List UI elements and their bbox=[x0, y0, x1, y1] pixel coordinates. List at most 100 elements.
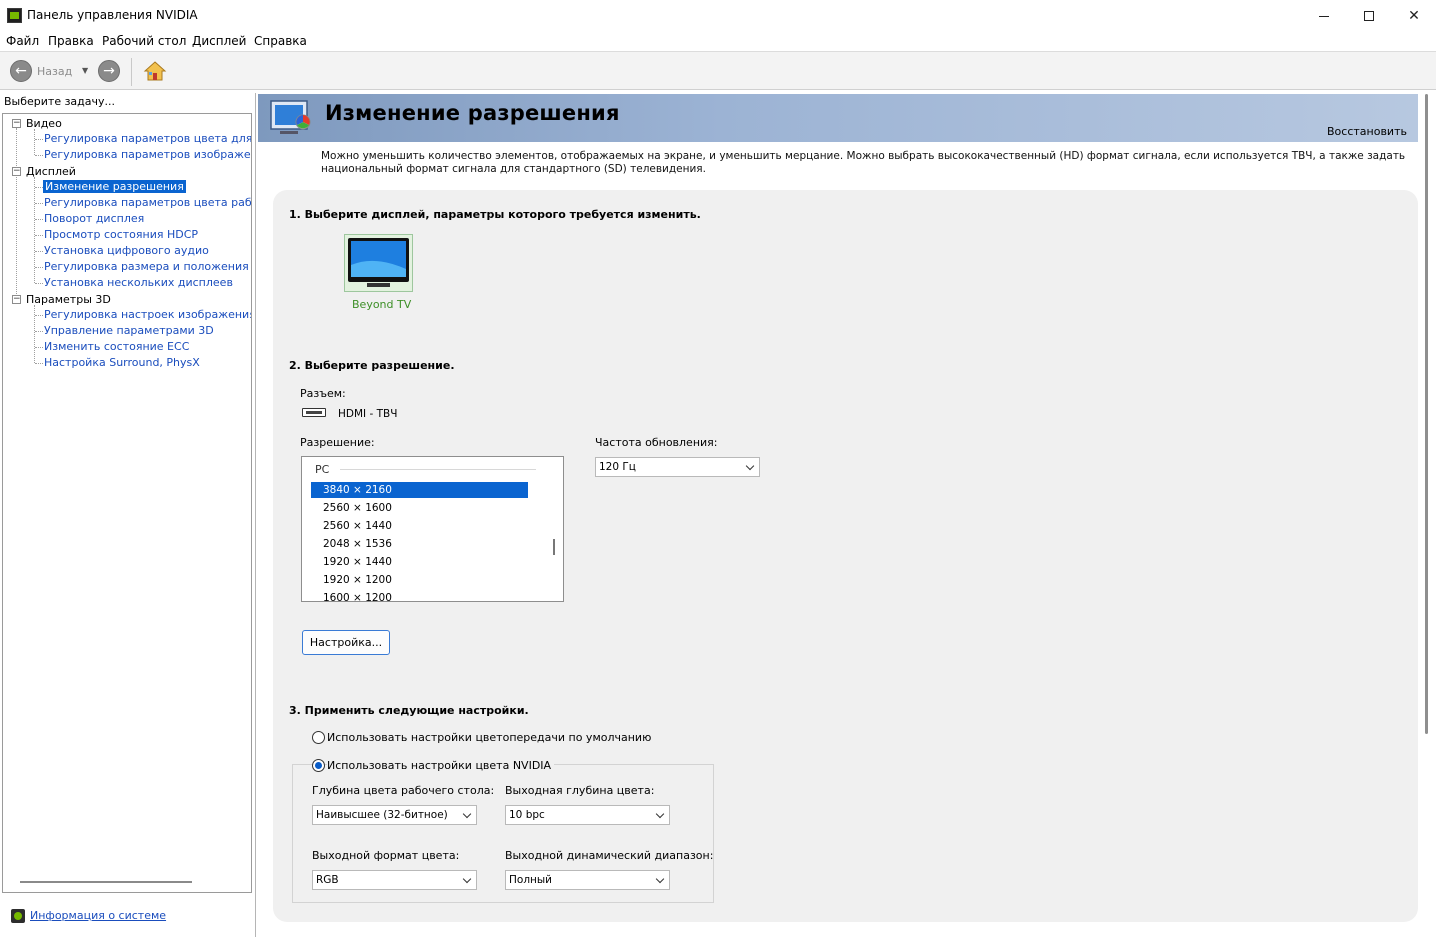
radio-default-color[interactable] bbox=[312, 731, 325, 744]
customize-button[interactable]: Настройка... bbox=[302, 630, 390, 655]
tree-connector bbox=[35, 347, 43, 348]
minimize-icon bbox=[1319, 15, 1329, 17]
resolution-label: Разрешение: bbox=[300, 436, 375, 449]
dynamic-range-value: Полный bbox=[509, 874, 553, 886]
radio-nvidia-color[interactable] bbox=[312, 759, 325, 772]
resolution-list-scrollbar[interactable] bbox=[553, 539, 555, 555]
refresh-rate-select[interactable]: 120 Гц bbox=[595, 457, 760, 477]
tree-horizontal-scrollbar[interactable] bbox=[20, 881, 192, 883]
maximize-button[interactable] bbox=[1346, 0, 1392, 32]
resolution-group-label: PC bbox=[315, 463, 330, 476]
menu-bar: Файл Правка Рабочий стол Дисплей Справка bbox=[0, 32, 1436, 52]
display-name-label[interactable]: Beyond TV bbox=[352, 298, 411, 311]
tree-connector bbox=[35, 283, 43, 284]
collapse-toggle-icon[interactable]: − bbox=[12, 167, 21, 176]
back-history-dropdown-icon[interactable]: ▼ bbox=[82, 66, 88, 75]
back-button[interactable]: ← bbox=[10, 60, 32, 82]
resolution-option[interactable]: 3840 × 2160 bbox=[311, 482, 528, 498]
tree-connector bbox=[35, 187, 43, 188]
tree-item-manage-3d[interactable]: Управление параметрами 3D bbox=[44, 324, 214, 337]
resolution-option[interactable]: 1600 × 1200 bbox=[311, 590, 528, 601]
radio-default-color-label[interactable]: Использовать настройки цветопередачи по … bbox=[327, 731, 651, 744]
tree-connector bbox=[16, 128, 17, 300]
restore-defaults-link[interactable]: Восстановить bbox=[1327, 125, 1407, 138]
display-resolution-icon bbox=[270, 100, 311, 134]
content-vertical-scrollbar[interactable] bbox=[1425, 94, 1428, 734]
tree-connector bbox=[35, 203, 43, 204]
output-format-select[interactable]: RGB bbox=[312, 870, 477, 890]
resolution-option[interactable]: 1920 × 1440 bbox=[311, 554, 528, 570]
resolution-option[interactable]: 1920 × 1200 bbox=[311, 572, 528, 588]
close-button[interactable]: ✕ bbox=[1391, 0, 1436, 32]
back-label[interactable]: Назад bbox=[37, 65, 72, 78]
output-depth-label: Выходная глубина цвета: bbox=[505, 784, 655, 797]
tree-group-3d[interactable]: Параметры 3D bbox=[26, 293, 111, 306]
display-tile-beyond-tv[interactable] bbox=[344, 234, 413, 292]
desktop-depth-select[interactable]: Наивысшее (32-битное) bbox=[312, 805, 477, 825]
menu-display[interactable]: Дисплей bbox=[192, 34, 246, 48]
tree-item-video-image[interactable]: Регулировка параметров изображения д bbox=[44, 148, 251, 161]
hdmi-icon bbox=[302, 408, 326, 417]
dynamic-range-label: Выходной динамический диапазон: bbox=[505, 849, 714, 862]
tree-group-display[interactable]: Дисплей bbox=[26, 165, 76, 178]
chevron-down-icon bbox=[745, 461, 755, 471]
connector-value: HDMI - ТВЧ bbox=[338, 408, 398, 420]
task-tree[interactable]: − Видео Регулировка параметров цвета для… bbox=[2, 113, 252, 893]
menu-desktop[interactable]: Рабочий стол bbox=[102, 34, 186, 48]
tree-connector bbox=[35, 267, 43, 268]
menu-edit[interactable]: Правка bbox=[48, 34, 94, 48]
output-depth-select[interactable]: 10 bpc bbox=[505, 805, 670, 825]
collapse-toggle-icon[interactable]: − bbox=[12, 119, 21, 128]
tree-connector bbox=[35, 363, 43, 364]
tree-item-desktop-size[interactable]: Регулировка размера и положения рабо bbox=[44, 260, 251, 273]
tree-item-desktop-color[interactable]: Регулировка параметров цвета рабочег bbox=[44, 196, 251, 209]
tree-connector bbox=[35, 155, 43, 156]
menu-file[interactable]: Файл bbox=[6, 34, 39, 48]
tree-connector bbox=[34, 305, 35, 363]
tree-item-hdcp[interactable]: Просмотр состояния HDCP bbox=[44, 228, 198, 241]
forward-button[interactable]: → bbox=[98, 60, 120, 82]
collapse-toggle-icon[interactable]: − bbox=[12, 295, 21, 304]
nvidia-app-icon bbox=[7, 8, 22, 23]
minimize-button[interactable] bbox=[1301, 0, 1347, 32]
tree-item-surround-physx[interactable]: Настройка Surround, PhysX bbox=[44, 356, 200, 369]
tree-item-change-resolution[interactable]: Изменение разрешения bbox=[43, 180, 186, 193]
dynamic-range-select[interactable]: Полный bbox=[505, 870, 670, 890]
desktop-depth-value: Наивысшее (32-битное) bbox=[316, 809, 448, 821]
tree-item-rotate-display[interactable]: Поворот дисплея bbox=[44, 212, 144, 225]
resolution-option[interactable]: 2560 × 1440 bbox=[311, 518, 528, 534]
title-bar: Панель управления NVIDIA ✕ bbox=[0, 0, 1436, 32]
tree-item-digital-audio[interactable]: Установка цифрового аудио bbox=[44, 244, 209, 257]
tree-item-multiple-displays[interactable]: Установка нескольких дисплеев bbox=[44, 276, 233, 289]
output-format-value: RGB bbox=[316, 874, 339, 886]
group-divider bbox=[340, 469, 536, 470]
toolbar bbox=[0, 52, 1436, 90]
chevron-down-icon bbox=[655, 809, 665, 819]
chevron-down-icon bbox=[462, 874, 472, 884]
tree-item-ecc[interactable]: Изменить состояние ECC bbox=[44, 340, 189, 353]
chevron-down-icon bbox=[462, 809, 472, 819]
home-icon[interactable] bbox=[143, 59, 167, 83]
arrow-left-icon: ← bbox=[15, 63, 27, 79]
system-info-link[interactable]: Информация о системе bbox=[30, 909, 166, 922]
toolbar-separator bbox=[131, 58, 132, 86]
section-2-title: 2. Выберите разрешение. bbox=[289, 359, 455, 372]
monitor-icon bbox=[348, 238, 409, 287]
chevron-down-icon bbox=[655, 874, 665, 884]
resolution-option[interactable]: 2560 × 1600 bbox=[311, 500, 528, 516]
radio-nvidia-color-label[interactable]: Использовать настройки цвета NVIDIA bbox=[327, 759, 555, 772]
resolution-option[interactable]: 2048 × 1536 bbox=[311, 536, 528, 552]
resolution-list[interactable]: PC 3840 × 2160 2560 × 1600 2560 × 1440 2… bbox=[301, 456, 564, 602]
page-title: Изменение разрешения bbox=[325, 101, 620, 125]
tree-item-video-color[interactable]: Регулировка параметров цвета для вид bbox=[44, 132, 251, 145]
tree-connector bbox=[35, 235, 43, 236]
tree-connector bbox=[35, 219, 43, 220]
maximize-icon bbox=[1364, 11, 1374, 21]
output-format-label: Выходной формат цвета: bbox=[312, 849, 460, 862]
menu-help[interactable]: Справка bbox=[254, 34, 307, 48]
tree-connector bbox=[35, 139, 43, 140]
output-depth-value: 10 bpc bbox=[509, 809, 545, 821]
tree-group-video[interactable]: Видео bbox=[26, 117, 62, 130]
tree-item-3d-image-settings[interactable]: Регулировка настроек изображения с пр bbox=[44, 308, 251, 321]
tree-connector bbox=[35, 331, 43, 332]
